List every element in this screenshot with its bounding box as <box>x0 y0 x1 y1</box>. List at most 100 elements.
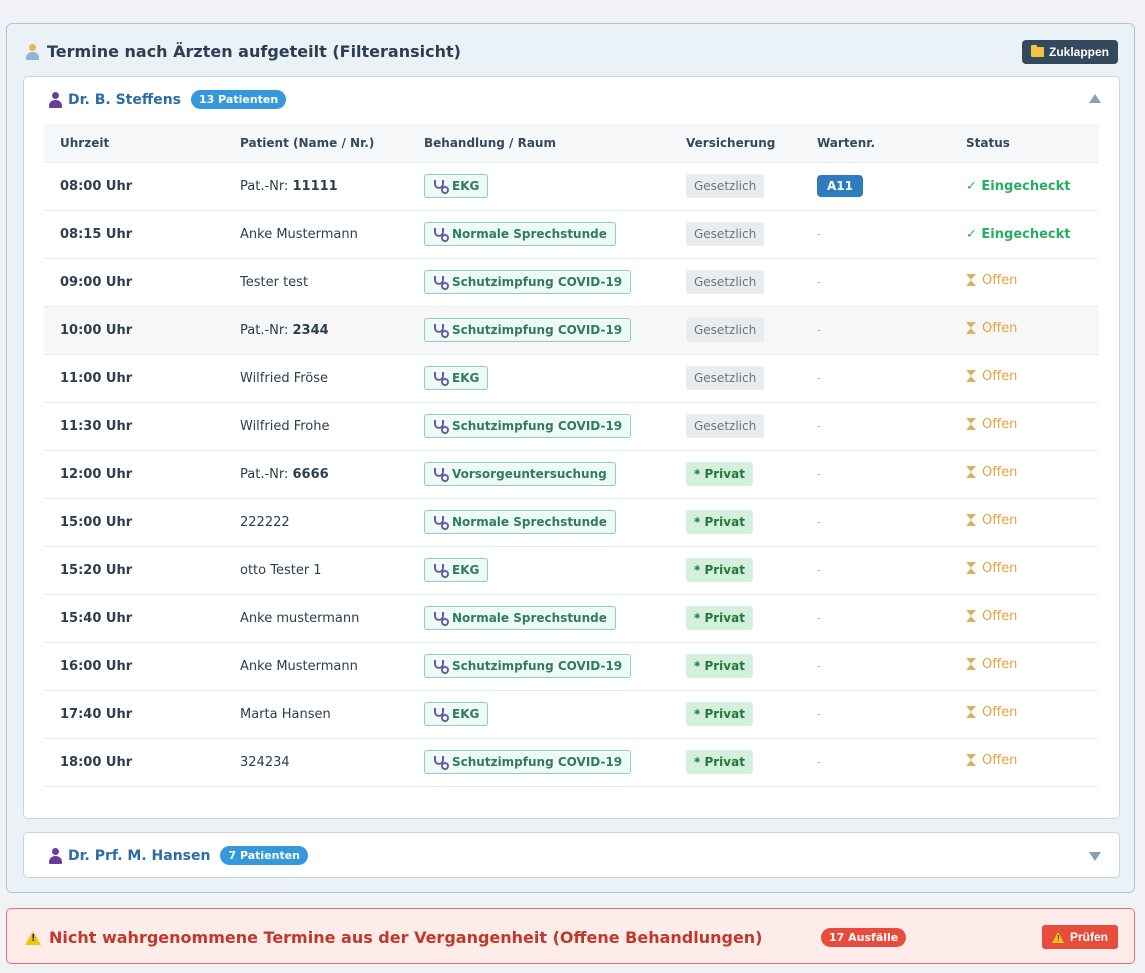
time-cell: 08:00 Uhr <box>44 161 224 210</box>
chevron-up-icon[interactable] <box>1089 94 1101 103</box>
table-row[interactable]: 10:00 Uhr Pat.-Nr: 2344 Schutzimpfung COVI… <box>44 305 1099 354</box>
time-cell: 10:00 Uhr <box>44 305 224 354</box>
patient-number-prefix: Pat.-Nr: <box>240 178 293 194</box>
time-cell: 18:00 Uhr <box>44 737 224 787</box>
table-row[interactable]: 15:40 Uhr Anke mustermann Normale Sprechst… <box>44 593 1099 642</box>
patient-name: Wilfried Fröse <box>240 370 329 386</box>
doctor-card-steffens: Dr. B. Steffens 13 Patienten Uhrzeit Pati… <box>23 76 1120 819</box>
insurance-badge: * Privat <box>686 510 753 534</box>
patient-name: Anke Mustermann <box>240 658 358 674</box>
treatment-cell: EKG <box>408 689 670 738</box>
treatment-badge: Schutzimpfung COVID-19 <box>424 414 632 438</box>
treatment-badge: Schutzimpfung COVID-19 <box>424 750 632 774</box>
patient-cell: Pat.-Nr: 6666 <box>224 449 408 498</box>
appointment-time: 08:15 Uhr <box>60 226 133 242</box>
hourglass-icon <box>966 369 976 383</box>
wait-number-empty: - <box>817 562 822 577</box>
treatment-label: Schutzimpfung COVID-19 <box>452 659 623 673</box>
column-header: Status <box>966 135 1010 150</box>
status-label: Offen <box>982 416 1018 432</box>
status-open: Offen <box>966 513 1017 528</box>
wait-number-cell: - <box>801 401 950 450</box>
panel-title: Termine nach Ärzten aufgeteilt (Filteran… <box>25 42 461 61</box>
patient-cell: otto Tester 1 <box>224 545 408 594</box>
time-cell: 15:00 Uhr <box>44 497 224 546</box>
insurance-cell: Gesetzlich <box>670 353 801 402</box>
doctor-name-text: Dr. B. Steffens <box>68 91 181 108</box>
table-row[interactable]: 15:00 Uhr 222222 Normale Sprechstunde * Pri… <box>44 497 1099 546</box>
chevron-down-icon[interactable] <box>1089 852 1101 861</box>
doctor-name-text: Dr. Prf. M. Hansen <box>68 847 211 864</box>
treatment-label: Schutzimpfung COVID-19 <box>452 755 623 769</box>
treatment-badge: EKG <box>424 366 489 390</box>
patient-name: 222222 <box>240 514 290 530</box>
status-open: Offen <box>966 657 1017 672</box>
check-button[interactable]: Prüfen <box>1041 925 1118 949</box>
insurance-cell: * Privat <box>670 689 801 738</box>
insurance-badge: Gesetzlich <box>686 366 765 390</box>
table-row[interactable]: 18:00 Uhr 324234 Schutzimpfung COVID-19 * P… <box>44 737 1099 787</box>
treatment-label: Vorsorgeuntersuchung <box>452 467 607 481</box>
table-row[interactable]: 09:00 Uhr Tester test Schutzimpfung COVID-… <box>44 257 1099 306</box>
table-row[interactable]: 08:15 Uhr Anke Mustermann Normale Sprechst… <box>44 209 1099 258</box>
hourglass-icon <box>966 417 976 431</box>
status-label: Offen <box>982 512 1018 528</box>
time-cell: 11:30 Uhr <box>44 401 224 450</box>
patient-name: Marta Hansen <box>240 706 331 722</box>
table-row[interactable]: 11:00 Uhr Wilfried Fröse EKG Gesetzlich - Off… <box>44 353 1099 402</box>
table-row[interactable]: 15:20 Uhr otto Tester 1 EKG * Privat - Offen <box>44 545 1099 594</box>
hourglass-icon <box>966 705 976 719</box>
panel-header: Termine nach Ärzten aufgeteilt (Filteran… <box>7 24 1134 76</box>
doctor-header-hansen[interactable]: Dr. Prf. M. Hansen 7 Patienten <box>24 833 1119 879</box>
treatment-badge: EKG <box>424 174 489 198</box>
status-cell: Offen <box>950 257 1099 306</box>
appointment-time: 11:30 Uhr <box>60 418 133 434</box>
warning-icon <box>25 930 41 945</box>
check-label: Prüfen <box>1069 930 1108 944</box>
status-label: Offen <box>982 752 1018 768</box>
table-row[interactable]: 11:30 Uhr Wilfried Frohe Schutzimpfung COV… <box>44 401 1099 450</box>
insurance-cell: * Privat <box>670 545 801 594</box>
insurance-badge: Gesetzlich <box>686 270 765 294</box>
table-header-row: Uhrzeit Patient (Name / Nr.) Behandlung / … <box>44 124 1099 162</box>
treatment-badge: EKG <box>424 558 489 582</box>
status-open: Offen <box>966 753 1017 768</box>
patients-count-badge: 7 Patienten <box>220 846 309 865</box>
treatment-cell: Schutzimpfung COVID-19 <box>408 257 670 306</box>
patients-count-badge: 13 Patienten <box>191 90 287 109</box>
table-row[interactable]: 17:40 Uhr Marta Hansen EKG * Privat - Offen <box>44 689 1099 738</box>
treatment-cell: EKG <box>408 161 670 210</box>
treatment-cell: Schutzimpfung COVID-19 <box>408 305 670 354</box>
person-icon <box>48 847 62 864</box>
status-cell: Offen <box>950 497 1099 546</box>
treatment-cell: Normale Sprechstunde <box>408 497 670 546</box>
patient-cell: Anke Mustermann <box>224 641 408 690</box>
treatment-badge: Normale Sprechstunde <box>424 606 616 630</box>
stethoscope-icon <box>433 467 449 482</box>
treatment-badge: Schutzimpfung COVID-19 <box>424 270 632 294</box>
column-header: Versicherung <box>686 135 776 150</box>
appointment-time: 08:00 Uhr <box>60 178 133 194</box>
patient-cell: Pat.-Nr: 2344 <box>224 305 408 354</box>
patient-cell: Marta Hansen <box>224 689 408 738</box>
stethoscope-icon <box>433 707 449 722</box>
collapse-button[interactable]: Zuklappen <box>1021 40 1118 64</box>
status-label: Offen <box>982 656 1018 672</box>
treatment-label: Normale Sprechstunde <box>452 515 607 529</box>
table-row[interactable]: 16:00 Uhr Anke Mustermann Schutzimpfung CO… <box>44 641 1099 690</box>
wait-number-empty: - <box>817 418 822 433</box>
insurance-badge: Gesetzlich <box>686 318 765 342</box>
table-row[interactable]: 12:00 Uhr Pat.-Nr: 6666 Vorsorgeuntersuchu… <box>44 449 1099 498</box>
table-row[interactable]: 08:00 Uhr Pat.-Nr: 11111 EKG Gesetzlich A11 ✓… <box>44 161 1099 210</box>
insurance-cell: * Privat <box>670 449 801 498</box>
appointments-table: Uhrzeit Patient (Name / Nr.) Behandlung / … <box>44 124 1099 787</box>
patient-number: 2344 <box>292 322 329 338</box>
status-cell: Offen <box>950 449 1099 498</box>
status-open: Offen <box>966 417 1017 432</box>
hourglass-icon <box>966 657 976 671</box>
doctor-header-steffens[interactable]: Dr. B. Steffens 13 Patienten <box>24 77 1119 123</box>
treatment-cell: Schutzimpfung COVID-19 <box>408 641 670 690</box>
status-cell: Offen <box>950 641 1099 690</box>
insurance-badge: Gesetzlich <box>686 174 765 198</box>
treatment-label: EKG <box>452 179 480 193</box>
